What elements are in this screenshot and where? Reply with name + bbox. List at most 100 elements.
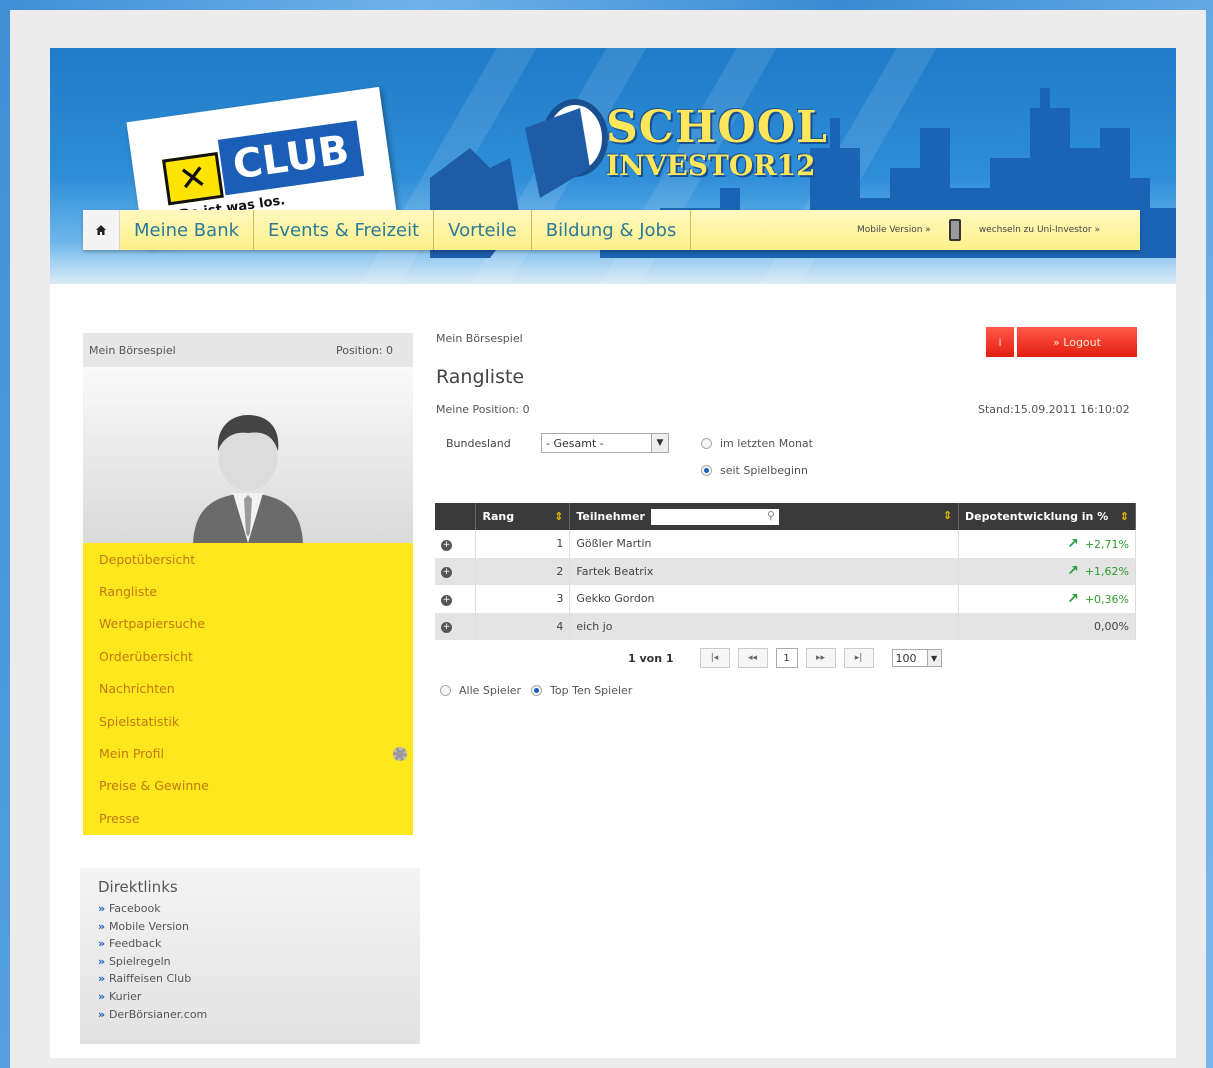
direktlink-kurier[interactable]: Kurier xyxy=(98,988,402,1006)
nav-events-freizeit[interactable]: Events & Freizeit xyxy=(254,210,435,250)
home-button[interactable] xyxy=(83,210,120,250)
pct-cell: ↗ +2,71% xyxy=(958,530,1136,558)
trend-up-icon: ↗ xyxy=(1067,563,1079,580)
sidebar: Mein Börsespiel Position: 0 Depotübersic… xyxy=(83,333,413,835)
sidebar-item-depotuebersicht[interactable]: Depotübersicht xyxy=(83,543,413,575)
table-header-expand xyxy=(435,503,477,530)
table-header-teilnehmer[interactable]: Teilnehmer ⇕ xyxy=(569,503,960,530)
page-info: 1 von 1 xyxy=(628,651,674,665)
sidebar-title: Mein Börsespiel xyxy=(89,343,176,357)
nav-bildung-jobs[interactable]: Bildung & Jobs xyxy=(532,210,692,250)
sort-icon[interactable]: ⇕ xyxy=(943,509,952,522)
pct-value: +1,62% xyxy=(1084,565,1129,579)
sidebar-item-rangliste[interactable]: Rangliste xyxy=(83,575,413,607)
table-row[interactable]: + 1 Gößler Martin ↗ +2,71% xyxy=(435,530,1136,558)
period-option-since-start[interactable]: seit Spielbeginn xyxy=(701,464,808,477)
table-row[interactable]: + 4 eich jo 0,00% xyxy=(435,612,1136,640)
table-header-depotentwicklung[interactable]: Depotentwicklung in % ⇕ xyxy=(958,503,1136,530)
expand-icon[interactable]: + xyxy=(441,594,452,606)
name-cell: eich jo xyxy=(569,612,960,640)
direktlink-feedback[interactable]: Feedback xyxy=(98,935,402,953)
sidebar-item-nachrichten[interactable]: Nachrichten xyxy=(83,673,413,705)
pct-cell: 0,00% xyxy=(958,612,1136,640)
gear-icon[interactable] xyxy=(393,746,407,761)
header-label: Rang xyxy=(482,510,515,523)
breadcrumb[interactable]: Mein Börsespiel xyxy=(436,332,523,345)
sidebar-item-preise-gewinne[interactable]: Preise & Gewinne xyxy=(83,770,413,802)
game-title-line1: SCHOOL xyxy=(606,102,828,153)
filter-option-label: Top Ten Spieler xyxy=(550,684,633,697)
sort-icon[interactable]: ⇕ xyxy=(1120,510,1129,523)
expand-icon[interactable]: + xyxy=(441,539,452,551)
page-size-select[interactable]: 100 ▼ xyxy=(891,649,942,667)
next-page-button[interactable]: ▸▸ xyxy=(805,648,836,668)
name-cell: Gößler Martin xyxy=(569,530,960,558)
direktlink-derboersianer[interactable]: DerBörsianer.com xyxy=(98,1006,402,1024)
switch-uni-investor-link[interactable]: wechseln zu Uni-Investor » xyxy=(979,225,1100,235)
sidebar-position: Position: 0 xyxy=(335,343,393,357)
prev-page-button[interactable]: ◂◂ xyxy=(737,648,768,668)
name-cell: Gekko Gordon xyxy=(569,585,960,613)
sidebar-item-label: Orderübersicht xyxy=(99,648,193,664)
table-row[interactable]: + 2 Fartek Beatrix ↗ +1,62% xyxy=(435,557,1136,585)
bundesland-label: Bundesland xyxy=(446,437,511,450)
sidebar-item-presse[interactable]: Presse xyxy=(83,802,413,834)
top-buttons: i » Logout xyxy=(986,327,1137,357)
pct-value: +2,71% xyxy=(1084,537,1129,551)
expand-icon[interactable]: + xyxy=(441,567,452,579)
first-page-button[interactable]: |◂ xyxy=(699,648,730,668)
direktlink-facebook[interactable]: Facebook xyxy=(98,900,402,918)
sort-icon[interactable]: ⇕ xyxy=(554,510,563,523)
rank-cell: 2 xyxy=(475,557,571,585)
trend-up-icon: ↗ xyxy=(1067,535,1079,552)
rank-cell: 1 xyxy=(475,530,571,558)
timestamp: Stand:15.09.2011 16:10:02 xyxy=(978,403,1130,416)
rank-cell: 4 xyxy=(475,612,571,640)
filter-all-players[interactable]: Alle Spieler Top Ten Spieler xyxy=(440,684,632,697)
info-button[interactable]: i xyxy=(986,327,1014,357)
filter-option-label: Alle Spieler xyxy=(459,684,522,697)
sidebar-item-label: Rangliste xyxy=(99,584,157,600)
nav-vorteile[interactable]: Vorteile xyxy=(434,210,532,250)
sidebar-item-orderuebersicht[interactable]: Orderübersicht xyxy=(83,640,413,672)
sidebar-item-label: Wertpapiersuche xyxy=(99,616,206,632)
sidebar-item-label: Presse xyxy=(99,810,140,826)
sidebar-item-spielstatistik[interactable]: Spielstatistik xyxy=(83,705,413,737)
participant-search-input[interactable] xyxy=(650,508,779,525)
expand-cell[interactable]: + xyxy=(435,557,477,585)
logout-button[interactable]: » Logout xyxy=(1017,327,1137,357)
sidebar-item-wertpapiersuche[interactable]: Wertpapiersuche xyxy=(83,608,413,640)
direktlink-mobile-version[interactable]: Mobile Version xyxy=(98,918,402,936)
expand-cell[interactable]: + xyxy=(435,585,477,613)
raiffeisen-cross-icon: ✕ xyxy=(162,151,224,206)
sidebar-item-label: Spielstatistik xyxy=(99,713,180,729)
expand-cell[interactable]: + xyxy=(435,530,477,558)
expand-cell[interactable]: + xyxy=(435,612,477,640)
bundesland-select[interactable]: - Gesamt - ▼ xyxy=(541,433,669,453)
radio-button[interactable] xyxy=(701,438,712,449)
last-page-button[interactable]: ▸| xyxy=(843,648,874,668)
header-label: Depotentwicklung in % xyxy=(965,510,1109,523)
nav-meine-bank[interactable]: Meine Bank xyxy=(120,210,255,250)
sidebar-item-label: Nachrichten xyxy=(99,681,175,697)
avatar xyxy=(83,367,413,543)
sidebar-item-mein-profil[interactable]: Mein Profil xyxy=(83,737,413,769)
period-option-month[interactable]: im letzten Monat xyxy=(701,437,813,450)
current-page-button[interactable]: 1 xyxy=(775,648,798,668)
radio-button-top-ten[interactable] xyxy=(531,685,543,696)
direktlink-spielregeln[interactable]: Spielregeln xyxy=(98,953,402,971)
direktlink-raiffeisen-club[interactable]: Raiffeisen Club xyxy=(98,970,402,988)
pct-value: 0,00% xyxy=(1094,619,1129,633)
period-option-label: im letzten Monat xyxy=(720,437,813,450)
radio-button[interactable] xyxy=(701,465,712,476)
mobile-phone-icon xyxy=(948,219,961,241)
sidebar-header: Mein Börsespiel Position: 0 xyxy=(83,333,413,367)
game-title-line2: INVESTOR12 xyxy=(606,149,816,182)
table-row[interactable]: + 3 Gekko Gordon ↗ +0,36% xyxy=(435,585,1136,613)
radio-button[interactable] xyxy=(440,685,451,696)
mobile-version-link[interactable]: Mobile Version » xyxy=(857,225,931,235)
expand-icon[interactable]: + xyxy=(441,622,452,634)
main-navigation: Meine Bank Events & Freizeit Vorteile Bi… xyxy=(83,210,1140,250)
table-header-rang[interactable]: Rang ⇕ xyxy=(475,503,571,530)
pct-cell: ↗ +1,62% xyxy=(958,557,1136,585)
